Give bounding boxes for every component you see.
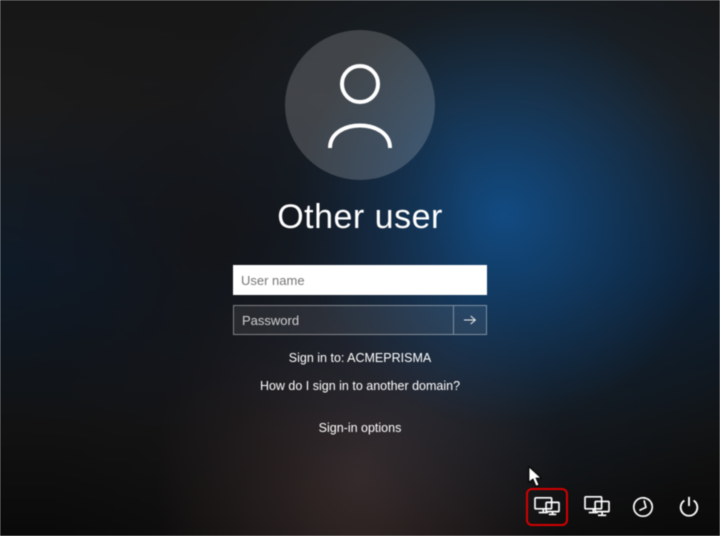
- login-screen: Other user Sign in to: ACMEPRISMA How do…: [0, 0, 720, 536]
- display-button[interactable]: [580, 491, 614, 523]
- network-button[interactable]: [530, 491, 564, 523]
- display-icon: [583, 495, 611, 519]
- password-row: [233, 305, 487, 335]
- username-row: [233, 265, 487, 295]
- domain-help-link[interactable]: How do I sign in to another domain?: [260, 379, 460, 393]
- highlighted-network-button: [526, 488, 568, 526]
- login-title: Other user: [277, 198, 443, 237]
- power-icon: [677, 495, 701, 519]
- network-icon: [533, 495, 561, 519]
- sign-in-domain: ACMEPRISMA: [347, 351, 431, 365]
- user-icon: [320, 60, 400, 150]
- user-avatar: [285, 30, 435, 180]
- password-input[interactable]: [233, 305, 453, 335]
- sign-in-to-label: Sign in to: ACMEPRISMA: [289, 351, 431, 365]
- ease-of-access-button[interactable]: [626, 491, 660, 523]
- username-input[interactable]: [233, 265, 487, 295]
- arrow-right-icon: [462, 312, 478, 328]
- ease-of-access-icon: [631, 495, 655, 519]
- system-buttons-bar: [526, 488, 706, 526]
- login-form: [233, 265, 487, 335]
- signin-options-link[interactable]: Sign-in options: [319, 421, 402, 435]
- submit-button[interactable]: [453, 305, 487, 335]
- sign-in-to-prefix: Sign in to:: [289, 351, 347, 365]
- power-button[interactable]: [672, 491, 706, 523]
